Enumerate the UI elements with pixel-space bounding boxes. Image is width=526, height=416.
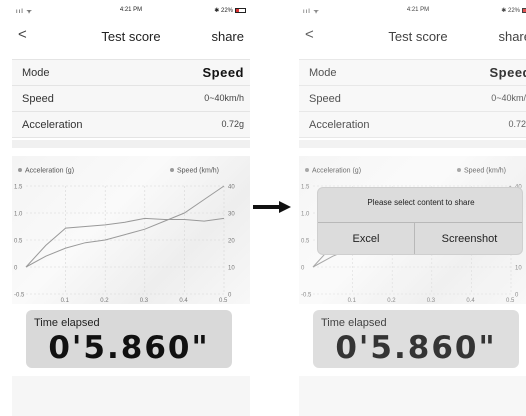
- x-tick-label: 0.2: [100, 298, 109, 304]
- list-item-speed: Speed 0~40km/h: [12, 86, 250, 112]
- chart-area: Acceleration (g) Speed (km/h) 1.5 40 1.0 30 0.…: [12, 156, 250, 304]
- battery-icon: [235, 7, 246, 13]
- list-item-acceleration: Acceleration 0.72g: [12, 112, 250, 138]
- time-elapsed-card: Time elapsed 0'5.860": [26, 310, 232, 368]
- row-label: Mode: [22, 67, 50, 79]
- excel-button[interactable]: Excel: [318, 223, 414, 254]
- legend-label: Speed (km/h): [177, 168, 219, 175]
- time-elapsed-value: 0'5.860": [48, 330, 210, 366]
- y-tick-label-left: -0.5: [14, 293, 25, 299]
- share-dialog-message: Please select content to share: [367, 198, 475, 207]
- y-tick-label-right: 10: [228, 266, 235, 272]
- line-chart: Acceleration (g) Speed (km/h) 1.5 40 1.0 30 0.…: [14, 168, 235, 305]
- row-value: 0~40km/h: [204, 93, 244, 103]
- screenshot-button[interactable]: Screenshot: [415, 223, 522, 254]
- footer-area: [12, 376, 250, 416]
- y-tick-label-right: 30: [228, 212, 235, 218]
- arrow-right-icon: [253, 201, 291, 213]
- x-tick-label: 0.1: [61, 298, 70, 304]
- legend-marker: [170, 168, 174, 172]
- series-acceleration-line: [25, 217, 225, 268]
- y-tick-label-left: 1.5: [14, 185, 23, 191]
- phone-screen-left: ııl ᯤ 4:21 PM ✱ 22% < Test score share M…: [12, 4, 250, 416]
- nav-bar: < Test score share: [12, 24, 250, 48]
- row-value: Speed: [202, 65, 244, 80]
- battery-indicator: ✱ 22%: [214, 7, 246, 14]
- y-tick-label-left: 0.5: [14, 239, 23, 245]
- y-tick-label-right: 40: [228, 185, 235, 191]
- legend-label: Acceleration (g): [25, 168, 74, 175]
- time-elapsed-label: Time elapsed: [34, 317, 100, 329]
- phone-screen-right: ııl ᯤ 4:21 PM ✱ 22% < Test score share M…: [299, 4, 526, 416]
- battery-text: ✱ 22%: [214, 8, 233, 14]
- row-label: Acceleration: [22, 119, 83, 131]
- list-item-mode: Mode Speed: [12, 60, 250, 86]
- x-tick-label: 0.3: [140, 298, 149, 304]
- x-tick-label: 0.5: [219, 298, 228, 304]
- row-value: 0.72g: [221, 119, 244, 129]
- y-tick-label-left: 0: [14, 266, 18, 272]
- series-speed-line: [25, 185, 225, 268]
- y-tick-label-left: 1.0: [14, 212, 23, 218]
- y-tick-label-right: 20: [228, 239, 235, 245]
- row-label: Speed: [22, 93, 54, 105]
- share-dialog: Please select content to share Excel Scr…: [317, 187, 523, 255]
- x-tick-label: 0.4: [179, 298, 188, 304]
- y-tick-label-right: 0: [228, 293, 232, 299]
- status-bar: ııl ᯤ 4:21 PM ✱ 22%: [12, 4, 250, 18]
- legend-marker: [18, 168, 22, 172]
- info-list: Mode Speed Speed 0~40km/h Acceleration 0…: [12, 59, 250, 138]
- section-divider: [12, 140, 250, 148]
- share-button[interactable]: share: [211, 29, 244, 44]
